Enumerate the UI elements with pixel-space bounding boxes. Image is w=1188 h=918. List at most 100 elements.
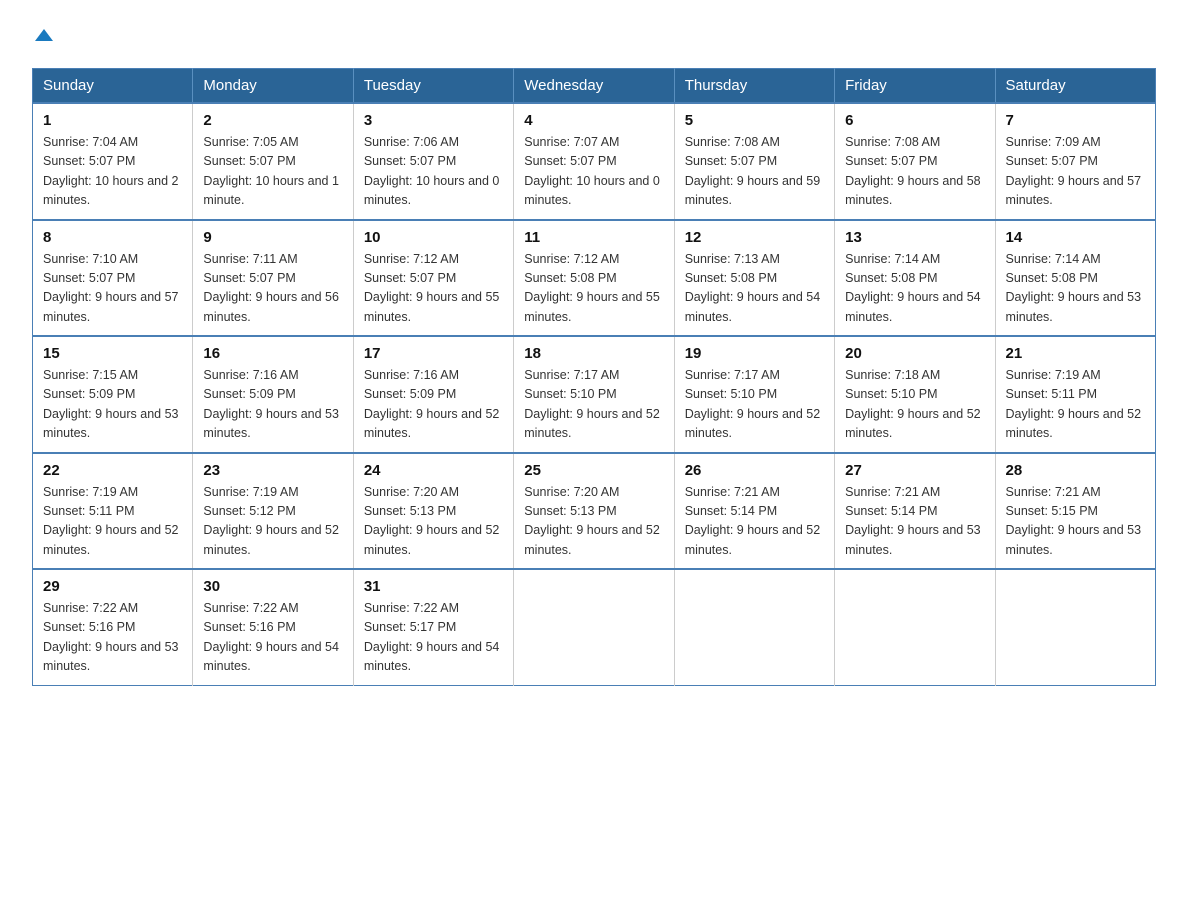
weekday-header-sunday: Sunday [33,69,193,104]
day-info: Sunrise: 7:19 AM Sunset: 5:11 PM Dayligh… [1006,366,1145,444]
day-number: 17 [364,345,503,362]
day-info: Sunrise: 7:20 AM Sunset: 5:13 PM Dayligh… [524,483,663,561]
week-row-1: 1 Sunrise: 7:04 AM Sunset: 5:07 PM Dayli… [33,103,1156,220]
weekday-header-row: SundayMondayTuesdayWednesdayThursdayFrid… [33,69,1156,104]
day-number: 14 [1006,229,1145,246]
calendar-cell [835,569,995,685]
day-number: 18 [524,345,663,362]
day-info: Sunrise: 7:08 AM Sunset: 5:07 PM Dayligh… [845,133,984,211]
day-number: 16 [203,345,342,362]
calendar-cell: 30 Sunrise: 7:22 AM Sunset: 5:16 PM Dayl… [193,569,353,685]
day-number: 22 [43,462,182,479]
day-number: 7 [1006,112,1145,129]
week-row-4: 22 Sunrise: 7:19 AM Sunset: 5:11 PM Dayl… [33,453,1156,570]
day-info: Sunrise: 7:19 AM Sunset: 5:12 PM Dayligh… [203,483,342,561]
calendar-cell: 17 Sunrise: 7:16 AM Sunset: 5:09 PM Dayl… [353,336,513,453]
calendar-cell: 23 Sunrise: 7:19 AM Sunset: 5:12 PM Dayl… [193,453,353,570]
calendar-cell: 6 Sunrise: 7:08 AM Sunset: 5:07 PM Dayli… [835,103,995,220]
day-number: 28 [1006,462,1145,479]
calendar-cell [995,569,1155,685]
day-info: Sunrise: 7:14 AM Sunset: 5:08 PM Dayligh… [845,250,984,328]
day-info: Sunrise: 7:22 AM Sunset: 5:16 PM Dayligh… [203,599,342,677]
page-header [32,24,1156,50]
day-number: 29 [43,578,182,595]
day-number: 25 [524,462,663,479]
calendar-cell: 2 Sunrise: 7:05 AM Sunset: 5:07 PM Dayli… [193,103,353,220]
weekday-header-monday: Monday [193,69,353,104]
calendar-cell: 14 Sunrise: 7:14 AM Sunset: 5:08 PM Dayl… [995,220,1155,337]
calendar-cell: 15 Sunrise: 7:15 AM Sunset: 5:09 PM Dayl… [33,336,193,453]
weekday-header-tuesday: Tuesday [353,69,513,104]
calendar-cell: 26 Sunrise: 7:21 AM Sunset: 5:14 PM Dayl… [674,453,834,570]
day-number: 8 [43,229,182,246]
calendar-cell: 12 Sunrise: 7:13 AM Sunset: 5:08 PM Dayl… [674,220,834,337]
calendar-cell: 29 Sunrise: 7:22 AM Sunset: 5:16 PM Dayl… [33,569,193,685]
day-info: Sunrise: 7:19 AM Sunset: 5:11 PM Dayligh… [43,483,182,561]
day-number: 31 [364,578,503,595]
day-number: 24 [364,462,503,479]
day-number: 19 [685,345,824,362]
calendar-cell: 24 Sunrise: 7:20 AM Sunset: 5:13 PM Dayl… [353,453,513,570]
day-info: Sunrise: 7:06 AM Sunset: 5:07 PM Dayligh… [364,133,503,211]
calendar-cell: 27 Sunrise: 7:21 AM Sunset: 5:14 PM Dayl… [835,453,995,570]
calendar-cell: 8 Sunrise: 7:10 AM Sunset: 5:07 PM Dayli… [33,220,193,337]
day-info: Sunrise: 7:20 AM Sunset: 5:13 PM Dayligh… [364,483,503,561]
day-info: Sunrise: 7:14 AM Sunset: 5:08 PM Dayligh… [1006,250,1145,328]
day-info: Sunrise: 7:21 AM Sunset: 5:14 PM Dayligh… [845,483,984,561]
day-number: 21 [1006,345,1145,362]
calendar-cell: 3 Sunrise: 7:06 AM Sunset: 5:07 PM Dayli… [353,103,513,220]
day-number: 3 [364,112,503,129]
day-info: Sunrise: 7:10 AM Sunset: 5:07 PM Dayligh… [43,250,182,328]
day-info: Sunrise: 7:05 AM Sunset: 5:07 PM Dayligh… [203,133,342,211]
calendar-cell: 22 Sunrise: 7:19 AM Sunset: 5:11 PM Dayl… [33,453,193,570]
calendar-table: SundayMondayTuesdayWednesdayThursdayFrid… [32,68,1156,686]
day-number: 15 [43,345,182,362]
logo [32,24,53,50]
day-number: 13 [845,229,984,246]
calendar-cell: 5 Sunrise: 7:08 AM Sunset: 5:07 PM Dayli… [674,103,834,220]
day-number: 4 [524,112,663,129]
day-number: 9 [203,229,342,246]
day-info: Sunrise: 7:17 AM Sunset: 5:10 PM Dayligh… [524,366,663,444]
calendar-cell: 9 Sunrise: 7:11 AM Sunset: 5:07 PM Dayli… [193,220,353,337]
day-info: Sunrise: 7:21 AM Sunset: 5:15 PM Dayligh… [1006,483,1145,561]
logo-top [32,24,53,50]
logo-triangle-icon [35,26,53,44]
day-info: Sunrise: 7:22 AM Sunset: 5:16 PM Dayligh… [43,599,182,677]
calendar-cell: 28 Sunrise: 7:21 AM Sunset: 5:15 PM Dayl… [995,453,1155,570]
week-row-2: 8 Sunrise: 7:10 AM Sunset: 5:07 PM Dayli… [33,220,1156,337]
calendar-cell: 16 Sunrise: 7:16 AM Sunset: 5:09 PM Dayl… [193,336,353,453]
day-number: 12 [685,229,824,246]
calendar-cell: 13 Sunrise: 7:14 AM Sunset: 5:08 PM Dayl… [835,220,995,337]
day-info: Sunrise: 7:16 AM Sunset: 5:09 PM Dayligh… [203,366,342,444]
day-number: 27 [845,462,984,479]
day-number: 1 [43,112,182,129]
day-info: Sunrise: 7:12 AM Sunset: 5:08 PM Dayligh… [524,250,663,328]
day-number: 6 [845,112,984,129]
calendar-cell: 19 Sunrise: 7:17 AM Sunset: 5:10 PM Dayl… [674,336,834,453]
day-info: Sunrise: 7:13 AM Sunset: 5:08 PM Dayligh… [685,250,824,328]
weekday-header-thursday: Thursday [674,69,834,104]
week-row-3: 15 Sunrise: 7:15 AM Sunset: 5:09 PM Dayl… [33,336,1156,453]
day-info: Sunrise: 7:15 AM Sunset: 5:09 PM Dayligh… [43,366,182,444]
calendar-cell: 10 Sunrise: 7:12 AM Sunset: 5:07 PM Dayl… [353,220,513,337]
calendar-cell: 18 Sunrise: 7:17 AM Sunset: 5:10 PM Dayl… [514,336,674,453]
calendar-cell [674,569,834,685]
weekday-header-saturday: Saturday [995,69,1155,104]
day-info: Sunrise: 7:16 AM Sunset: 5:09 PM Dayligh… [364,366,503,444]
calendar-cell: 4 Sunrise: 7:07 AM Sunset: 5:07 PM Dayli… [514,103,674,220]
calendar-cell: 31 Sunrise: 7:22 AM Sunset: 5:17 PM Dayl… [353,569,513,685]
calendar-cell: 11 Sunrise: 7:12 AM Sunset: 5:08 PM Dayl… [514,220,674,337]
day-number: 5 [685,112,824,129]
day-number: 11 [524,229,663,246]
calendar-cell [514,569,674,685]
day-info: Sunrise: 7:21 AM Sunset: 5:14 PM Dayligh… [685,483,824,561]
calendar-cell: 21 Sunrise: 7:19 AM Sunset: 5:11 PM Dayl… [995,336,1155,453]
day-number: 30 [203,578,342,595]
calendar-cell: 1 Sunrise: 7:04 AM Sunset: 5:07 PM Dayli… [33,103,193,220]
day-info: Sunrise: 7:07 AM Sunset: 5:07 PM Dayligh… [524,133,663,211]
day-info: Sunrise: 7:12 AM Sunset: 5:07 PM Dayligh… [364,250,503,328]
day-info: Sunrise: 7:04 AM Sunset: 5:07 PM Dayligh… [43,133,182,211]
day-number: 20 [845,345,984,362]
weekday-header-wednesday: Wednesday [514,69,674,104]
